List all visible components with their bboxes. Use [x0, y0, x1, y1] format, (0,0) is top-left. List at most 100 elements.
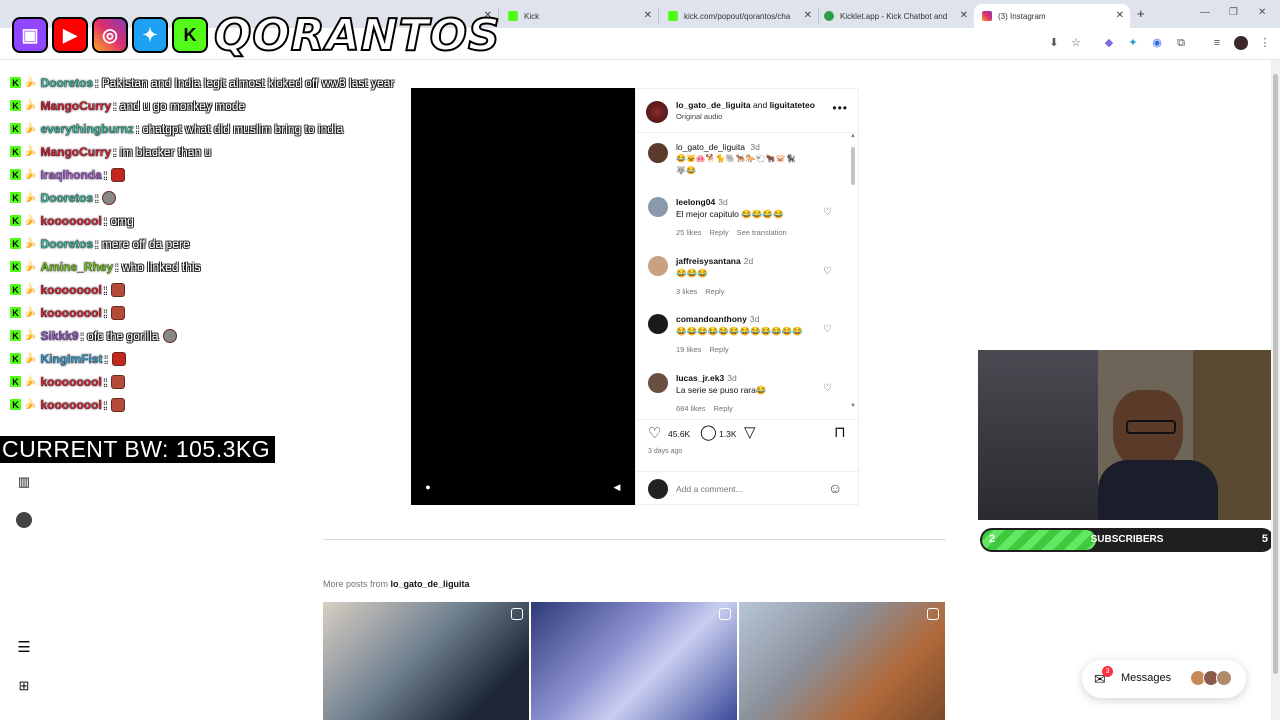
commenter-avatar[interactable] [648, 373, 668, 393]
chat-message: K 🍌 MangoCurry: and u go monkey mode [10, 94, 450, 117]
close-tab-icon[interactable]: ✕ [960, 10, 968, 21]
reply-link[interactable]: Reply [705, 287, 724, 296]
comment-text: La serie se puso rara😂 [676, 385, 767, 395]
author-link[interactable]: lo_gato_de_liguita [676, 100, 751, 110]
messages-label: Messages [1121, 672, 1172, 684]
chat-emote-icon [102, 190, 117, 205]
kick-badge-icon: K [10, 169, 21, 180]
profile-avatar[interactable] [16, 512, 32, 528]
author-avatar[interactable] [646, 101, 668, 123]
person-shirt [1098, 460, 1218, 520]
comment-like-heart-icon[interactable]: ♡ [823, 266, 832, 277]
messages-button[interactable]: ✉ 3 Messages [1082, 660, 1246, 698]
reply-link[interactable]: Reply [709, 345, 728, 354]
comment-likes[interactable]: 19 likes [676, 345, 701, 354]
caption-username[interactable]: lo_gato_de_liguita [676, 142, 745, 152]
close-tab-icon[interactable]: ✕ [644, 10, 652, 21]
close-tab-icon[interactable]: ✕ [804, 10, 812, 21]
audio-toggle-icon[interactable]: ◀ [611, 481, 623, 493]
bookmark-star-icon[interactable]: ☆ [1069, 36, 1083, 50]
commenter-name[interactable]: comandoanthony 3d [676, 314, 759, 324]
share-send-icon[interactable]: ▽ [744, 423, 756, 441]
subscriber-goal: 5 [1261, 533, 1268, 545]
browser-tab-instagram[interactable]: (3) Instagram ✕ [974, 4, 1130, 28]
reel-icon [927, 608, 939, 620]
add-comment-input[interactable] [676, 481, 816, 497]
commenter-avatar[interactable] [648, 256, 668, 276]
post-thumbnail[interactable] [739, 602, 945, 720]
like-heart-icon[interactable]: ♡ [648, 424, 661, 442]
commenter-username[interactable]: lucas_jr.ek3 [676, 373, 724, 383]
see-translation-link[interactable]: See translation [737, 228, 787, 237]
kick-badge-icon: K [10, 353, 21, 364]
profile-avatar[interactable] [1234, 36, 1248, 50]
comment-likes[interactable]: 3 likes [676, 287, 697, 296]
reel-video[interactable]: ● ◀ [411, 88, 635, 505]
comment-item: lucas_jr.ek3 3d La serie se puso rara😂 684 … [636, 369, 846, 421]
more-options-icon[interactable]: ••• [832, 101, 848, 115]
more-apps-icon[interactable]: ⊞ [16, 678, 32, 694]
dashboard-icon[interactable]: ▥ [16, 474, 32, 490]
more-posts-user[interactable]: lo_gato_de_liguita [391, 579, 470, 589]
page-scrollbar-thumb[interactable] [1273, 74, 1278, 674]
tab-search-icon[interactable]: ≡ [1210, 36, 1224, 50]
comment-like-heart-icon[interactable]: ♡ [823, 207, 832, 218]
extension-icon[interactable]: ◆ [1102, 36, 1116, 50]
commenter-username[interactable]: jaffreisysantana [676, 256, 741, 266]
extension-icon[interactable]: ✦ [1126, 36, 1140, 50]
subscriber-label: SUBSCRIBERS [1090, 534, 1164, 545]
comments-scrollbar[interactable] [851, 147, 855, 185]
commenter-avatar[interactable] [648, 314, 668, 334]
comment-like-heart-icon[interactable]: ♡ [823, 324, 832, 335]
save-bookmark-icon[interactable]: ⊓ [834, 423, 846, 441]
menu-kebab-icon[interactable]: ⋮ [1258, 36, 1272, 50]
install-app-icon[interactable]: ⬇ [1047, 36, 1061, 50]
extensions-puzzle-icon[interactable]: ⧉ [1174, 36, 1188, 50]
maximize-icon[interactable]: ❐ [1229, 7, 1238, 18]
chat-username: Iraqlhonda [40, 167, 102, 182]
kick-badge-icon: K [10, 284, 21, 295]
author-avatar[interactable] [648, 143, 668, 163]
close-tab-icon[interactable]: ✕ [1116, 10, 1124, 21]
close-window-icon[interactable]: ✕ [1258, 7, 1266, 18]
chat-username: koooooool [40, 397, 102, 412]
commenter-avatar[interactable] [648, 197, 668, 217]
commenter-username[interactable]: comandoanthony [676, 314, 747, 324]
page-scrollbar[interactable] [1271, 60, 1280, 720]
comment-like-heart-icon[interactable]: ♡ [823, 383, 832, 394]
browser-tab-kick[interactable]: Kick ✕ [500, 4, 659, 28]
extension-icon[interactable]: ◉ [1150, 36, 1164, 50]
post-authors: lo_gato_de_liguita and liguitateteo [676, 100, 815, 110]
chat-username: koooooool [40, 213, 102, 228]
chat-message: K 🍌 Dooretos: [10, 186, 450, 209]
tab-label: (3) Instagram [998, 11, 1046, 21]
banana-badge-icon: 🍌 [24, 146, 37, 157]
commenter-username[interactable]: leelong04 [676, 197, 715, 207]
chat-username: Sikkk9 [40, 328, 79, 343]
scroll-up-icon[interactable]: ▲ [850, 133, 856, 139]
chat-text: : [103, 282, 108, 297]
collaborator-link[interactable]: liguitateteo [770, 100, 815, 110]
chat-text: : [95, 190, 99, 205]
commenter-name[interactable]: leelong04 3d [676, 197, 728, 207]
chat-username: MangoCurry [40, 98, 112, 113]
minimize-icon[interactable]: — [1200, 7, 1210, 18]
commenter-name[interactable]: jaffreisysantana 2d [676, 256, 753, 266]
reply-link[interactable]: Reply [709, 228, 728, 237]
user-tag-icon[interactable]: ● [422, 481, 434, 493]
scroll-down-icon[interactable]: ▼ [850, 403, 856, 409]
comment-likes[interactable]: 684 likes [676, 404, 706, 413]
post-thumbnail[interactable] [531, 602, 737, 720]
browser-tab-kicklet[interactable]: Kicklet.app - Kick Chatbot and ✕ [816, 4, 974, 28]
reply-link[interactable]: Reply [714, 404, 733, 413]
emoji-picker-icon[interactable]: ☺ [828, 480, 842, 496]
commenter-name[interactable]: lucas_jr.ek3 3d [676, 373, 737, 383]
browser-tab-kick-popout[interactable]: kick.com/popout/qorantos/cha ✕ [660, 4, 819, 28]
new-tab-button[interactable]: + [1137, 6, 1145, 21]
audio-label[interactable]: Original audio [676, 112, 722, 121]
hamburger-menu-icon[interactable]: ☰ [16, 640, 32, 656]
post-thumbnail[interactable] [323, 602, 529, 720]
comment-bubble-icon[interactable]: ◯ [700, 423, 717, 441]
kicklet-icon [824, 11, 834, 21]
comment-likes[interactable]: 25 likes [676, 228, 701, 237]
